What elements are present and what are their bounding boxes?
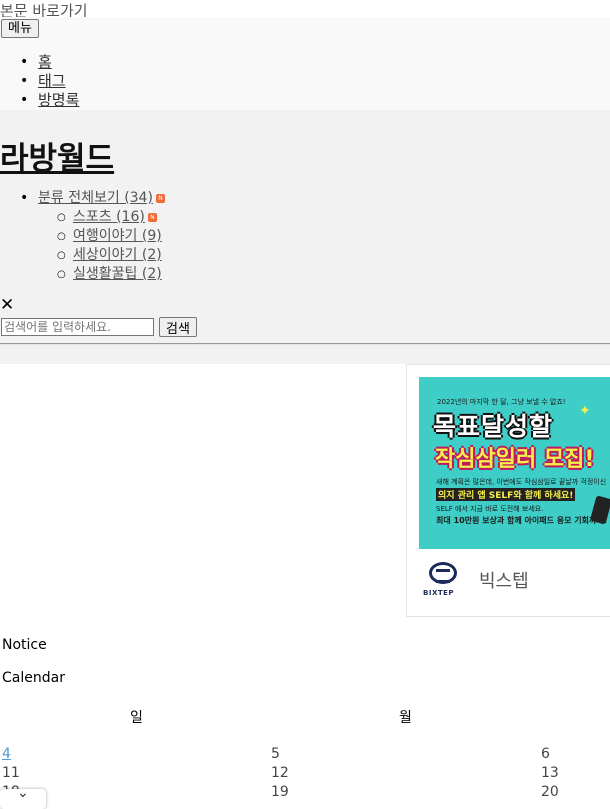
divider bbox=[0, 343, 610, 345]
calendar-week-row: 4 5 6 bbox=[0, 746, 610, 765]
ad-brand-name[interactable]: 빅스텝 bbox=[479, 567, 529, 593]
category-link-world[interactable]: 세상이야기 (2) bbox=[73, 247, 162, 263]
category-list: 분류 전체보기 (34)N 스포츠 (16)N 여행이야기 (9) 세상이야기 … bbox=[0, 189, 165, 284]
calendar-week-row: 18 19 20 bbox=[0, 784, 610, 803]
nav-link-tags[interactable]: 태그 bbox=[38, 72, 66, 90]
category-all: 분류 전체보기 (34)N bbox=[0, 189, 165, 208]
bixtep-logo-icon: BIXTEP bbox=[423, 562, 463, 600]
new-badge-icon: N bbox=[155, 193, 165, 203]
nav-link-home[interactable]: 홈 bbox=[38, 53, 52, 71]
calendar-day-header: 일 bbox=[130, 710, 143, 726]
calendar-week-row: 11 12 13 bbox=[0, 765, 610, 784]
category-count: (2) bbox=[141, 247, 162, 263]
calendar-day: 19 bbox=[271, 784, 289, 800]
category-item-travel: 여행이야기 (9) bbox=[0, 227, 165, 246]
calendar-day: 11 bbox=[2, 765, 20, 781]
calendar-day-header: 월 bbox=[399, 710, 412, 726]
sparkle-icon: ✦ bbox=[579, 403, 591, 419]
calendar-day: 5 bbox=[271, 746, 280, 762]
calendar-day: 12 bbox=[271, 765, 289, 781]
category-item-tips: 실생활꿀팁 (2) bbox=[0, 265, 165, 284]
content-area: 2022년의 마지막 한 달, 그냥 보낼 수 없죠! 목표달성할 ✦ 작심삼일… bbox=[0, 364, 610, 801]
ad-banner-subtitle: 작심삼일러 모집! bbox=[435, 447, 595, 472]
nav-item-home: 홈 bbox=[0, 53, 79, 72]
search-input[interactable] bbox=[1, 318, 154, 336]
nav-item-guestbook: 방명록 bbox=[0, 91, 79, 110]
category-count: (9) bbox=[141, 228, 162, 244]
nav-item-tags: 태그 bbox=[0, 72, 79, 91]
sidebar-area: 라방월드 분류 전체보기 (34)N 스포츠 (16)N 여행이야기 (9) 세… bbox=[0, 110, 610, 801]
category-item-sports: 스포츠 (16)N bbox=[0, 208, 165, 227]
calendar-day-today[interactable]: 4 bbox=[2, 746, 11, 762]
category-count: (16) bbox=[116, 209, 145, 225]
main-nav: 홈 태그 방명록 bbox=[0, 53, 79, 110]
ad-banner-title: 목표달성할 bbox=[433, 412, 554, 441]
new-badge-icon: N bbox=[147, 212, 157, 222]
top-bar: 메뉴 홈 태그 방명록 bbox=[0, 17, 610, 110]
category-all-link[interactable]: 분류 전체보기 (34) bbox=[38, 190, 153, 206]
site-title: 라방월드 bbox=[0, 133, 114, 178]
calendar-day: 20 bbox=[541, 784, 559, 800]
category-all-label: 분류 전체보기 bbox=[38, 190, 120, 206]
category-label: 여행이야기 bbox=[73, 228, 138, 244]
category-all-count: (34) bbox=[124, 190, 153, 206]
category-link-sports[interactable]: 스포츠 (16) bbox=[73, 209, 145, 225]
site-title-link[interactable]: 라방월드 bbox=[0, 141, 114, 177]
ad-banner-text: SELF 에서 지금 바로 도전해 보세요. bbox=[436, 505, 544, 513]
calendar-heading: Calendar bbox=[2, 670, 65, 686]
category-label: 스포츠 bbox=[73, 209, 112, 225]
ad-card[interactable]: 2022년의 마지막 한 달, 그냥 보낼 수 없죠! 목표달성할 ✦ 작심삼일… bbox=[406, 364, 610, 617]
calendar-header-row: 일 월 bbox=[0, 707, 610, 727]
close-icon[interactable]: ✕ bbox=[0, 296, 14, 314]
calendar-grid: 4 5 6 11 12 13 18 19 20 bbox=[0, 746, 610, 803]
category-link-tips[interactable]: 실생활꿀팁 (2) bbox=[73, 266, 162, 282]
chevron-down-icon[interactable] bbox=[0, 785, 46, 809]
category-link-travel[interactable]: 여행이야기 (9) bbox=[73, 228, 162, 244]
ad-banner-text: 최대 10만원 보상과 함께 아이패드 응모 기회까지! bbox=[436, 516, 608, 525]
menu-button[interactable]: 메뉴 bbox=[1, 19, 39, 38]
calendar-day: 13 bbox=[541, 765, 559, 781]
ad-banner-image[interactable]: 2022년의 마지막 한 달, 그냥 보낼 수 없죠! 목표달성할 ✦ 작심삼일… bbox=[419, 377, 610, 549]
category-label: 실생활꿀팁 bbox=[73, 266, 138, 282]
logo-text: BIXTEP bbox=[423, 589, 455, 597]
notice-heading: Notice bbox=[2, 637, 47, 653]
ad-banner-highlight: 의지 관리 앱 SELF와 함께 하세요! bbox=[436, 488, 576, 501]
nav-link-guestbook[interactable]: 방명록 bbox=[38, 91, 79, 109]
ad-banner-tagline: 2022년의 마지막 한 달, 그냥 보낼 수 없죠! bbox=[437, 398, 566, 406]
search-button[interactable]: 검색 bbox=[159, 317, 197, 337]
category-label: 세상이야기 bbox=[73, 247, 138, 263]
calendar-day: 6 bbox=[541, 746, 550, 762]
category-count: (2) bbox=[141, 266, 162, 282]
category-item-world: 세상이야기 (2) bbox=[0, 246, 165, 265]
